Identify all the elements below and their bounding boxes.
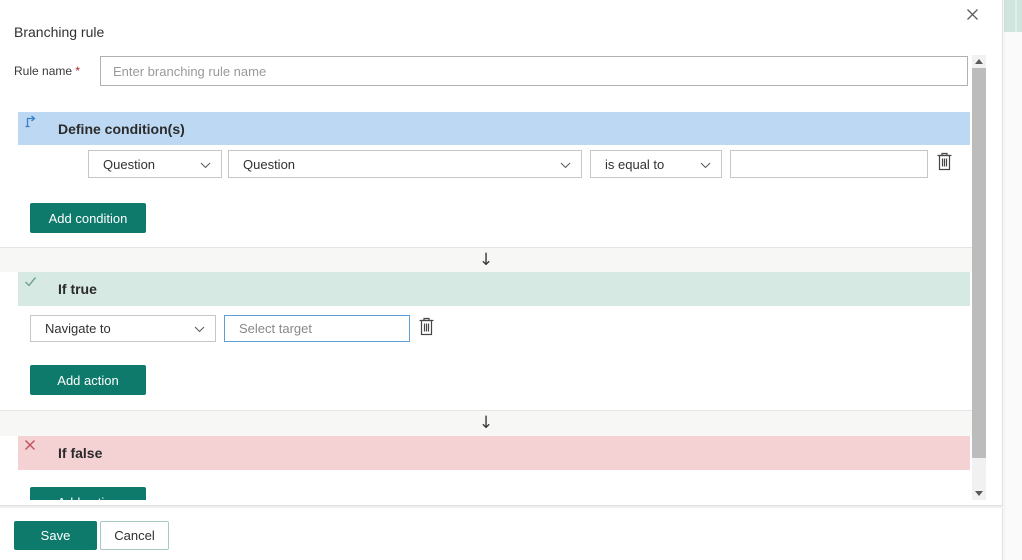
dialog-scroll-area: Rule name * Define condition(s) Question… (0, 50, 972, 500)
dialog-title: Branching rule (14, 24, 105, 40)
down-arrow-icon: ↓ (478, 413, 494, 433)
trash-icon (418, 317, 435, 339)
delete-action-button[interactable] (415, 316, 437, 340)
section-divider: ↓ (0, 410, 972, 436)
scroll-up-icon (975, 59, 983, 64)
condition-value-input[interactable] (730, 150, 928, 178)
footer-divider (0, 505, 1003, 508)
rule-name-label: Rule name * (14, 64, 81, 78)
scroll-up-button[interactable] (972, 55, 986, 68)
save-button[interactable]: Save (14, 521, 97, 550)
chevron-down-icon (200, 157, 211, 172)
add-condition-button[interactable]: Add condition (30, 203, 146, 233)
cancel-button[interactable]: Cancel (100, 521, 169, 550)
chevron-down-icon (700, 157, 711, 172)
delete-condition-button[interactable] (933, 151, 955, 175)
define-conditions-header: Define condition(s) (18, 112, 970, 145)
true-action-select[interactable]: Navigate to (30, 315, 216, 342)
scroll-down-button[interactable] (972, 487, 986, 500)
checkmark-icon (24, 274, 37, 292)
add-action-button-false[interactable]: Add action (30, 487, 146, 500)
if-true-header: If true (18, 272, 970, 306)
rule-name-input[interactable] (100, 56, 968, 86)
trash-icon (936, 152, 953, 174)
close-icon (966, 8, 979, 24)
if-false-title: If false (58, 445, 103, 461)
branch-icon (24, 114, 38, 133)
select-target-field[interactable]: Select target (224, 315, 410, 342)
page-background-strip (1004, 0, 1022, 560)
define-conditions-title: Define condition(s) (58, 120, 185, 137)
if-false-header: If false (18, 436, 970, 470)
condition-operator-select[interactable]: is equal to (590, 150, 722, 178)
add-action-button-true[interactable]: Add action (30, 365, 146, 395)
chevron-down-icon (560, 157, 571, 172)
scroll-down-icon (975, 491, 983, 496)
chevron-down-icon (194, 321, 205, 336)
close-button[interactable] (960, 4, 984, 28)
branching-rule-dialog: Branching rule Rule name * Define condit… (0, 0, 1003, 560)
page-header-strip (1004, 0, 1022, 32)
scrollbar[interactable] (972, 55, 986, 500)
down-arrow-icon: ↓ (478, 249, 494, 270)
condition-type-select[interactable]: Question (88, 150, 222, 178)
condition-question-select[interactable]: Question (228, 150, 582, 178)
scrollbar-thumb[interactable] (972, 68, 986, 458)
if-true-title: If true (58, 281, 97, 297)
cross-icon (24, 438, 36, 456)
required-asterisk: * (75, 64, 81, 78)
section-divider: ↓ (0, 247, 972, 272)
